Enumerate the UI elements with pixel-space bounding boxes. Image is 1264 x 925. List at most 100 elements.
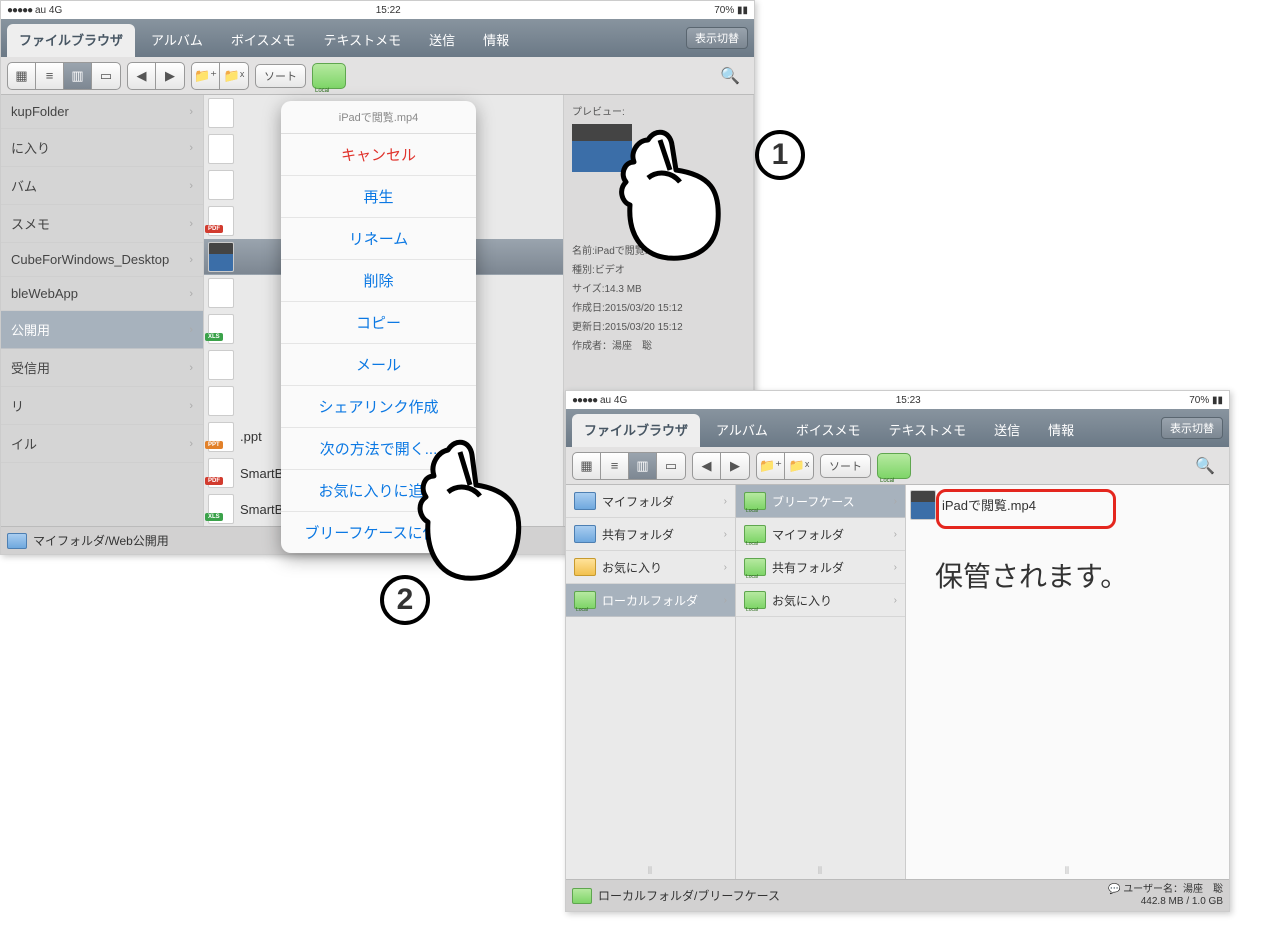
hand-pointer-1 [600,120,750,270]
tab-filebrowser[interactable]: ファイルブラウザ [7,24,135,57]
tab-voicememo[interactable]: ボイスメモ [219,24,308,57]
sidebar-item-label: イル [11,434,37,453]
new-folder-button[interactable]: 📁⁺ [192,63,220,89]
file-icon [208,242,234,272]
sidebar-item[interactable]: リ› [1,387,203,425]
view-wide-button[interactable]: ▭ [92,63,120,89]
folder-ops-group: 📁⁺ 📁ˣ [191,62,249,90]
sidebar-item[interactable]: 公開用› [1,311,203,349]
nav-item-label: ブリーフケース [772,493,855,510]
tab-textmemo[interactable]: テキストメモ [877,414,979,447]
forward-button[interactable]: ▶ [156,63,184,89]
chevron-right-icon: › [189,288,193,300]
folder-icon [574,558,596,576]
sidebar-item[interactable]: に入り› [1,129,203,167]
tab-filebrowser[interactable]: ファイルブラウザ [572,414,700,447]
column-handle-icon[interactable]: ⫴ [818,866,823,877]
file-icon [208,458,234,488]
sidebar-item-label: kupFolder [11,104,69,119]
view-columns-button[interactable]: ▥ [64,63,92,89]
menu-copy[interactable]: コピー [281,302,476,344]
sidebar-item-label: スメモ [11,214,50,233]
nav-group: ◀ ▶ [692,452,750,480]
clock: 15:23 [896,395,921,406]
footer: ローカルフォルダ/ブリーフケース 💬 ユーザー名：湯座 聡 442.8 MB /… [566,879,1229,911]
main-area: マイフォルダ›共有フォルダ›お気に入り›ローカルフォルダ›⫴ ブリーフケース›マ… [566,485,1229,879]
search-icon[interactable]: 🔍 [1195,456,1215,476]
column-handle-icon[interactable]: ⫴ [648,866,653,877]
delete-folder-button[interactable]: 📁ˣ [785,453,813,479]
sort-button[interactable]: ソート [255,64,306,88]
chevron-right-icon: › [189,218,193,230]
view-toggle-button[interactable]: 表示切替 [686,27,748,49]
sidebar-item[interactable]: スメモ › [1,205,203,243]
forward-button[interactable]: ▶ [721,453,749,479]
user-label: ユーザー名：湯座 聡 [1123,884,1223,895]
speech-bubble-icon[interactable]: 💬 [1108,884,1120,895]
tab-send[interactable]: 送信 [417,24,467,57]
battery-icon: ▮▮ [1212,395,1223,406]
tab-album[interactable]: アルバム [139,24,215,57]
menu-sharelink[interactable]: シェアリンク作成 [281,386,476,428]
nav-item[interactable]: ブリーフケース› [736,485,905,518]
local-folder-button[interactable] [312,63,346,89]
screenshot-2: ●●●●● au 4G 15:23 70% ▮▮ ファイルブラウザ アルバム ボ… [565,390,1230,912]
menu-mail[interactable]: メール [281,344,476,386]
nav-item[interactable]: お気に入り› [566,551,735,584]
nav-item[interactable]: マイフォルダ› [736,518,905,551]
local-folder-button[interactable] [877,453,911,479]
signal-icon: ●●●●● [7,5,32,16]
view-grid-button[interactable]: ▦ [8,63,36,89]
folder-icon [744,492,766,510]
view-list-button[interactable]: ≡ [601,453,629,479]
nav-item[interactable]: お気に入り› [736,584,905,617]
nav-item[interactable]: ローカルフォルダ› [566,584,735,617]
view-grid-button[interactable]: ▦ [573,453,601,479]
sort-button[interactable]: ソート [820,454,871,478]
nav-item[interactable]: マイフォルダ› [566,485,735,518]
battery-label: 70% [1189,395,1209,406]
chevron-right-icon: › [189,438,193,450]
tab-album[interactable]: アルバム [704,414,780,447]
tab-info[interactable]: 情報 [1036,414,1086,447]
back-button[interactable]: ◀ [128,63,156,89]
breadcrumb: マイフォルダ/Web公開用 [33,532,169,549]
new-folder-button[interactable]: 📁⁺ [757,453,785,479]
file-icon [208,206,234,236]
search-icon[interactable]: 🔍 [720,66,740,86]
nav-item[interactable]: 共有フォルダ› [566,518,735,551]
nav-item[interactable]: 共有フォルダ› [736,551,905,584]
view-toggle-button[interactable]: 表示切替 [1161,417,1223,439]
footer-right: 💬 ユーザー名：湯座 聡 442.8 MB / 1.0 GB [1108,884,1223,908]
tab-send[interactable]: 送信 [982,414,1032,447]
sidebar-item[interactable]: イル › [1,425,203,463]
file-icon [208,350,234,380]
network: 4G [614,395,627,406]
sidebar-item[interactable]: 受信用› [1,349,203,387]
tab-textmemo[interactable]: テキストメモ [312,24,414,57]
sidebar-item-label: 受信用 [11,358,50,377]
back-button[interactable]: ◀ [693,453,721,479]
tab-info[interactable]: 情報 [471,24,521,57]
battery-label: 70% [714,5,734,16]
sidebar-item[interactable]: バム› [1,167,203,205]
sidebar-item[interactable]: bleWebApp› [1,277,203,311]
menu-delete[interactable]: 削除 [281,260,476,302]
chevron-right-icon: › [894,529,897,540]
menu-cancel[interactable]: キャンセル [281,134,476,176]
view-wide-button[interactable]: ▭ [657,453,685,479]
delete-folder-button[interactable]: 📁ˣ [220,63,248,89]
menu-play[interactable]: 再生 [281,176,476,218]
menu-rename[interactable]: リネーム [281,218,476,260]
sidebar-item[interactable]: kupFolder› [1,95,203,129]
column-handle-icon[interactable]: ⫴ [1065,866,1070,877]
file-icon [208,98,234,128]
folder-icon [572,888,592,904]
file-icon [208,494,234,524]
view-list-button[interactable]: ≡ [36,63,64,89]
view-columns-button[interactable]: ▥ [629,453,657,479]
tab-voicememo[interactable]: ボイスメモ [784,414,873,447]
sidebar-item[interactable]: CubeForWindows_Desktop› [1,243,203,277]
chevron-right-icon: › [894,562,897,573]
sidebar: kupFolder›に入り›バム›スメモ›CubeForWindows_Desk… [1,95,204,526]
